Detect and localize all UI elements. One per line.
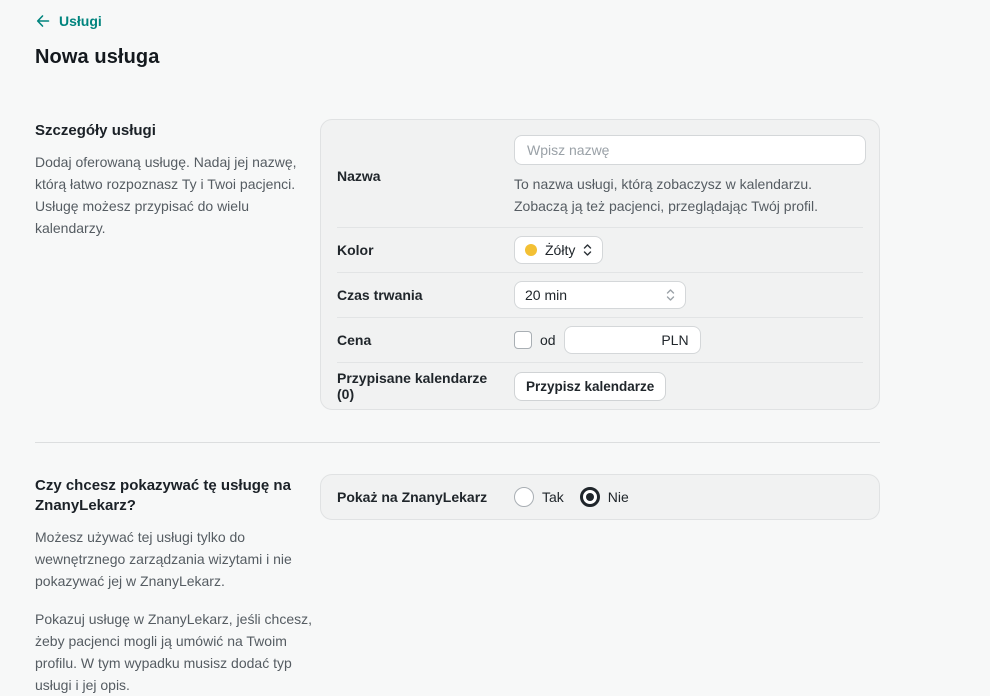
duration-label: Czas trwania: [337, 287, 514, 303]
section-visibility-paragraph-2: Pokazuj usługę w ZnanyLekarz, jeśli chce…: [35, 608, 320, 696]
name-field-group: To nazwa usługi, którą zobaczysz w kalen…: [514, 135, 866, 217]
section-details-heading: Szczegóły usługi: [35, 121, 320, 141]
section-visibility: Czy chcesz pokazywać tę usługę na ZnanyL…: [35, 474, 880, 696]
assign-calendars-button[interactable]: Przypisz kalendarze: [514, 372, 666, 401]
radio-option-yes[interactable]: Tak: [514, 487, 564, 507]
price-input[interactable]: [564, 326, 701, 354]
price-input-wrap: PLN: [564, 326, 701, 354]
section-divider: [35, 442, 880, 443]
duration-select[interactable]: 20 min: [514, 281, 686, 309]
section-visibility-paragraph-1: Możesz używać tej usługi tylko do wewnęt…: [35, 526, 320, 592]
radio-selected-icon[interactable]: [580, 487, 600, 507]
show-on-znanylekarz-label: Pokaż na ZnanyLekarz: [337, 489, 514, 505]
back-link[interactable]: Usługi: [35, 13, 102, 29]
back-link-label: Usługi: [59, 13, 102, 29]
price-field-group: od PLN: [514, 326, 701, 354]
section-visibility-intro: Czy chcesz pokazywać tę usługę na ZnanyL…: [35, 474, 320, 696]
visibility-panel: Pokaż na ZnanyLekarz Tak Nie: [320, 474, 880, 520]
chevron-up-down-icon: [666, 288, 675, 302]
name-label: Nazwa: [337, 168, 514, 184]
radio-no-label: Nie: [608, 489, 629, 505]
page: Usługi Nowa usługa Szczegóły usługi Doda…: [35, 13, 880, 696]
color-select-value: Żółty: [545, 242, 575, 258]
name-input[interactable]: [514, 135, 866, 165]
row-calendars: Przypisane kalendarze (0) Przypisz kalen…: [321, 363, 879, 409]
section-details-intro: Szczegóły usługi Dodaj oferowaną usługę.…: [35, 119, 320, 239]
row-duration: Czas trwania 20 min: [321, 273, 879, 317]
radio-yes-label: Tak: [542, 489, 564, 505]
visibility-radio-group: Tak Nie: [514, 487, 629, 507]
radio-option-no[interactable]: Nie: [580, 487, 629, 507]
name-helper-text: To nazwa usługi, którą zobaczysz w kalen…: [514, 173, 866, 217]
calendars-label: Przypisane kalendarze (0): [337, 370, 514, 402]
row-show-on-znanylekarz: Pokaż na ZnanyLekarz Tak Nie: [321, 475, 879, 519]
section-service-details: Szczegóły usługi Dodaj oferowaną usługę.…: [35, 119, 880, 410]
price-label: Cena: [337, 332, 514, 348]
page-title: Nowa usługa: [35, 46, 880, 69]
row-color: Kolor Żółty: [321, 228, 879, 272]
row-price: Cena od PLN: [321, 318, 879, 362]
section-visibility-heading: Czy chcesz pokazywać tę usługę na ZnanyL…: [35, 476, 320, 516]
radio-unselected-icon[interactable]: [514, 487, 534, 507]
price-from-checkbox[interactable]: [514, 331, 532, 349]
service-details-panel: Nazwa To nazwa usługi, którą zobaczysz w…: [320, 119, 880, 410]
price-from-label: od: [540, 332, 556, 348]
color-label: Kolor: [337, 242, 514, 258]
chevron-up-down-icon: [583, 243, 592, 257]
back-arrow-icon: [35, 13, 51, 29]
color-select[interactable]: Żółty: [514, 236, 603, 264]
duration-select-value: 20 min: [525, 287, 567, 303]
section-details-description: Dodaj oferowaną usługę. Nadaj jej nazwę,…: [35, 151, 320, 239]
color-swatch-yellow-icon: [525, 244, 537, 256]
row-name: Nazwa To nazwa usługi, którą zobaczysz w…: [321, 120, 879, 227]
